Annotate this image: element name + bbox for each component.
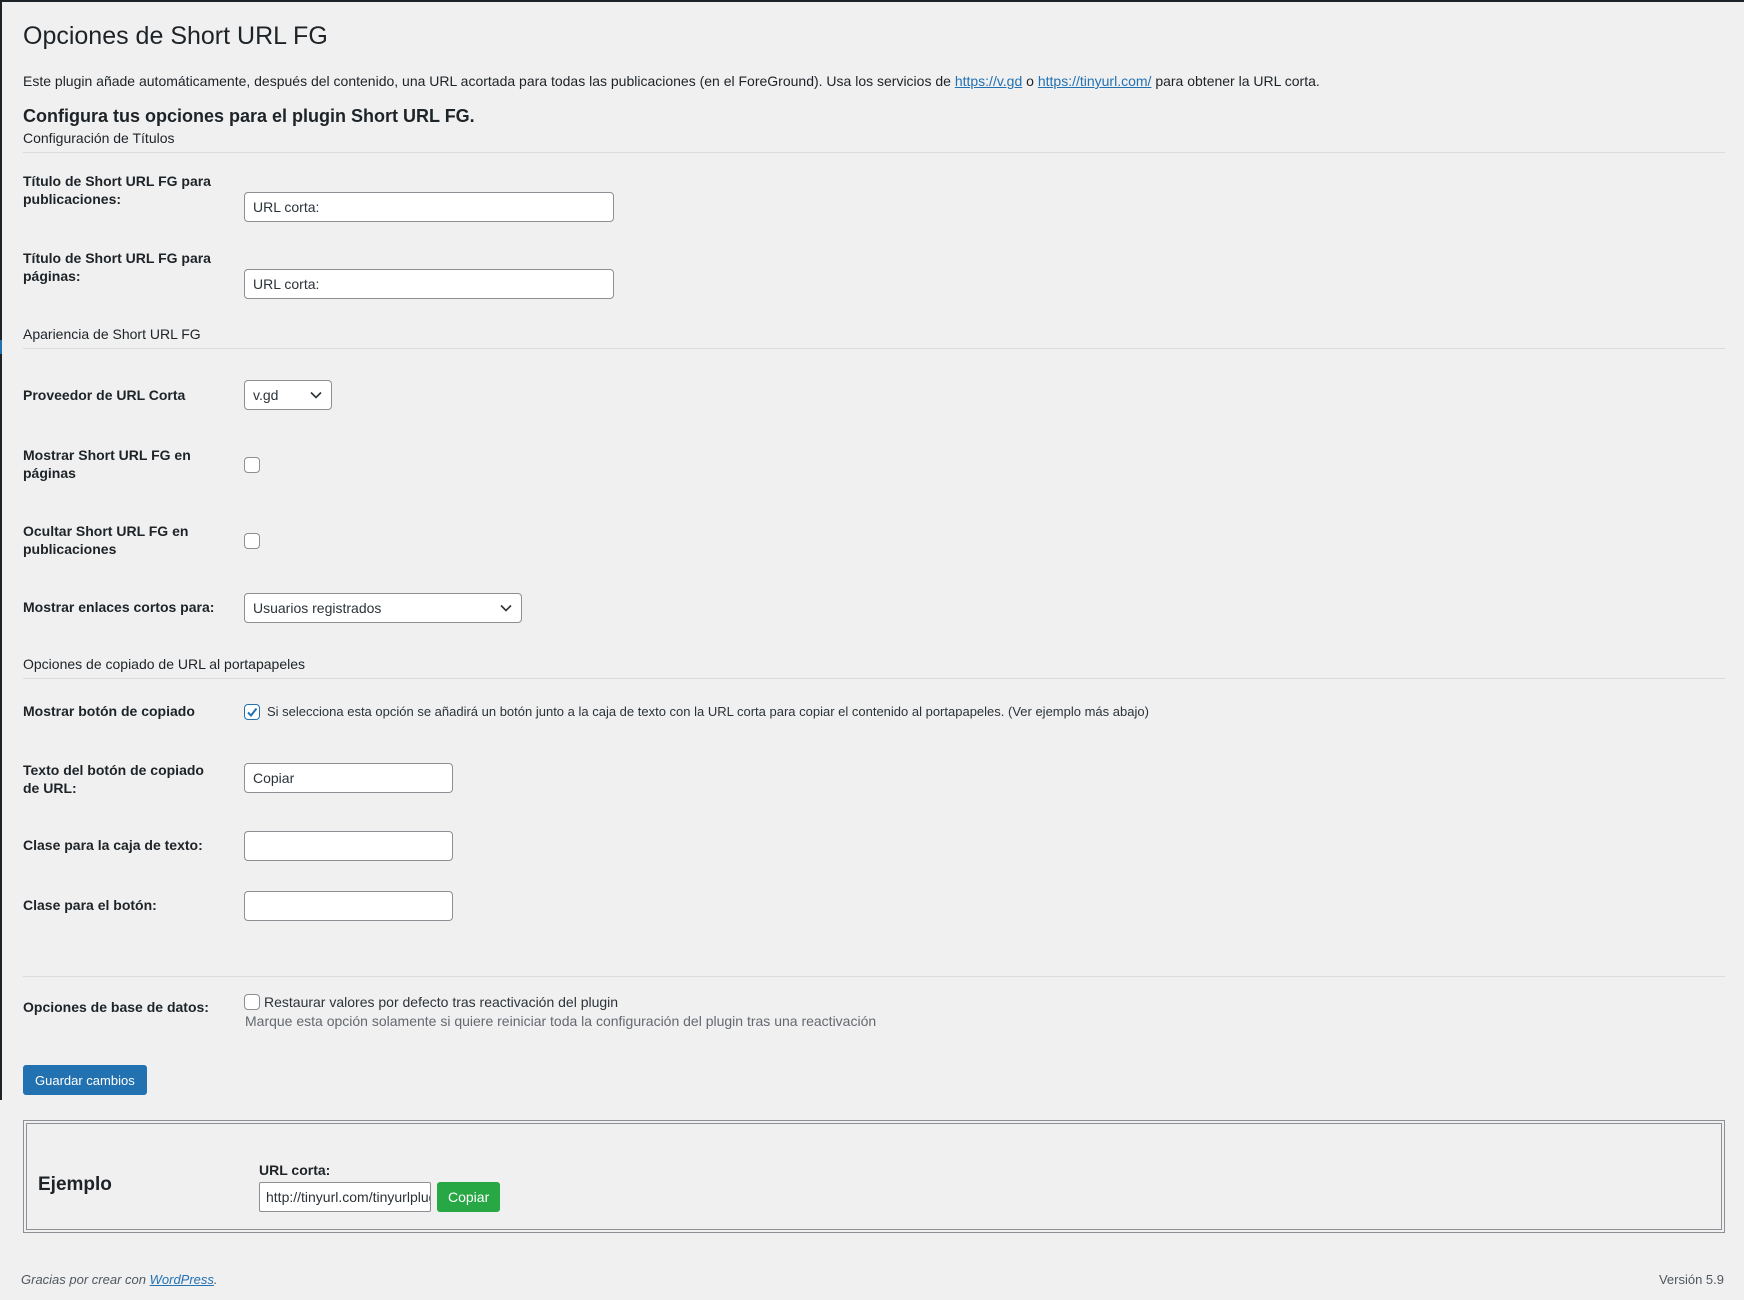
section-divider: [23, 976, 1725, 977]
posts-title-label: Título de Short URL FG para publicacione…: [23, 173, 211, 207]
section-clipboard: Opciones de copiado de URL al portapapel…: [23, 656, 1725, 679]
footer-thanks: Gracias por crear con WordPress.: [21, 1272, 218, 1287]
hide-posts-checkbox[interactable]: [244, 533, 260, 549]
db-restore-checkbox[interactable]: [244, 994, 260, 1010]
footer-version: Versión 5.9: [1658, 1272, 1724, 1287]
textbox-class-label: Clase para la caja de texto:: [23, 837, 203, 853]
checkmark-icon: [247, 707, 258, 718]
tinyurl-link[interactable]: https://tinyurl.com/: [1038, 73, 1152, 89]
admin-bar-edge: [0, 0, 1744, 2]
show-links-for-value: Usuarios registrados: [253, 600, 382, 616]
pages-title-label: Título de Short URL FG para páginas:: [23, 250, 211, 284]
copy-button-checkbox[interactable]: [244, 704, 260, 720]
posts-title-input[interactable]: URL corta:: [244, 192, 614, 222]
db-options-label: Opciones de base de datos:: [23, 999, 209, 1015]
db-restore-label[interactable]: Restaurar valores por defecto tras react…: [264, 994, 618, 1010]
copy-button-label: Mostrar botón de copiado: [23, 703, 195, 719]
show-links-for-label: Mostrar enlaces cortos para:: [23, 599, 215, 615]
provider-label: Proveedor de URL Corta: [23, 387, 186, 403]
plugin-intro: Este plugin añade automáticamente, despu…: [23, 73, 1320, 89]
copy-text-label: Texto del botón de copiado de URL:: [23, 762, 204, 796]
show-pages-label: Mostrar Short URL FG en páginas: [23, 447, 191, 481]
pages-title-input[interactable]: URL corta:: [244, 269, 614, 299]
section-titles: Configuración de Títulos: [23, 130, 1725, 153]
db-restore-help: Marque esta opción solamente si quiere r…: [245, 1013, 877, 1029]
button-class-input[interactable]: [244, 891, 453, 921]
intro-text-mid: o: [1022, 73, 1038, 89]
copy-text-input[interactable]: Copiar: [244, 763, 453, 793]
button-class-label: Clase para el botón:: [23, 897, 157, 913]
textbox-class-input[interactable]: [244, 831, 453, 861]
chevron-down-icon: [309, 388, 323, 402]
save-changes-button[interactable]: Guardar cambios: [23, 1065, 147, 1095]
example-box: Ejemplo URL corta: http://tinyurl.com/ti…: [23, 1120, 1725, 1233]
example-url-input[interactable]: http://tinyurl.com/tinyurlplugin: [259, 1182, 431, 1212]
example-inner: Ejemplo URL corta: http://tinyurl.com/ti…: [26, 1123, 1722, 1230]
config-heading: Configura tus opciones para el plugin Sh…: [23, 106, 475, 126]
intro-text-before: Este plugin añade automáticamente, despu…: [23, 73, 955, 89]
show-links-for-select[interactable]: Usuarios registrados: [244, 593, 522, 623]
provider-select[interactable]: v.gd: [244, 380, 332, 410]
wordpress-link[interactable]: WordPress: [150, 1272, 214, 1287]
copy-button-description: Si selecciona esta opción se añadirá un …: [267, 704, 1149, 719]
chevron-down-icon: [499, 601, 513, 615]
admin-menu-active-marker: [0, 340, 2, 354]
page-title: Opciones de Short URL FG: [23, 22, 328, 50]
intro-text-after: para obtener la URL corta.: [1151, 73, 1320, 89]
admin-menu-edge: [0, 0, 2, 1100]
footer-thanks-text: Gracias por crear con: [21, 1272, 150, 1287]
example-title: Ejemplo: [38, 1174, 112, 1195]
provider-select-value: v.gd: [253, 387, 279, 403]
show-pages-checkbox[interactable]: [244, 457, 260, 473]
example-copy-button[interactable]: Copiar: [437, 1182, 501, 1212]
vgd-link[interactable]: https://v.gd: [955, 73, 1022, 89]
hide-posts-label: Ocultar Short URL FG en publicaciones: [23, 523, 189, 557]
example-url-label: URL corta:: [259, 1162, 331, 1178]
section-appearance: Apariencia de Short URL FG: [23, 326, 1725, 349]
footer-period: .: [213, 1272, 218, 1287]
